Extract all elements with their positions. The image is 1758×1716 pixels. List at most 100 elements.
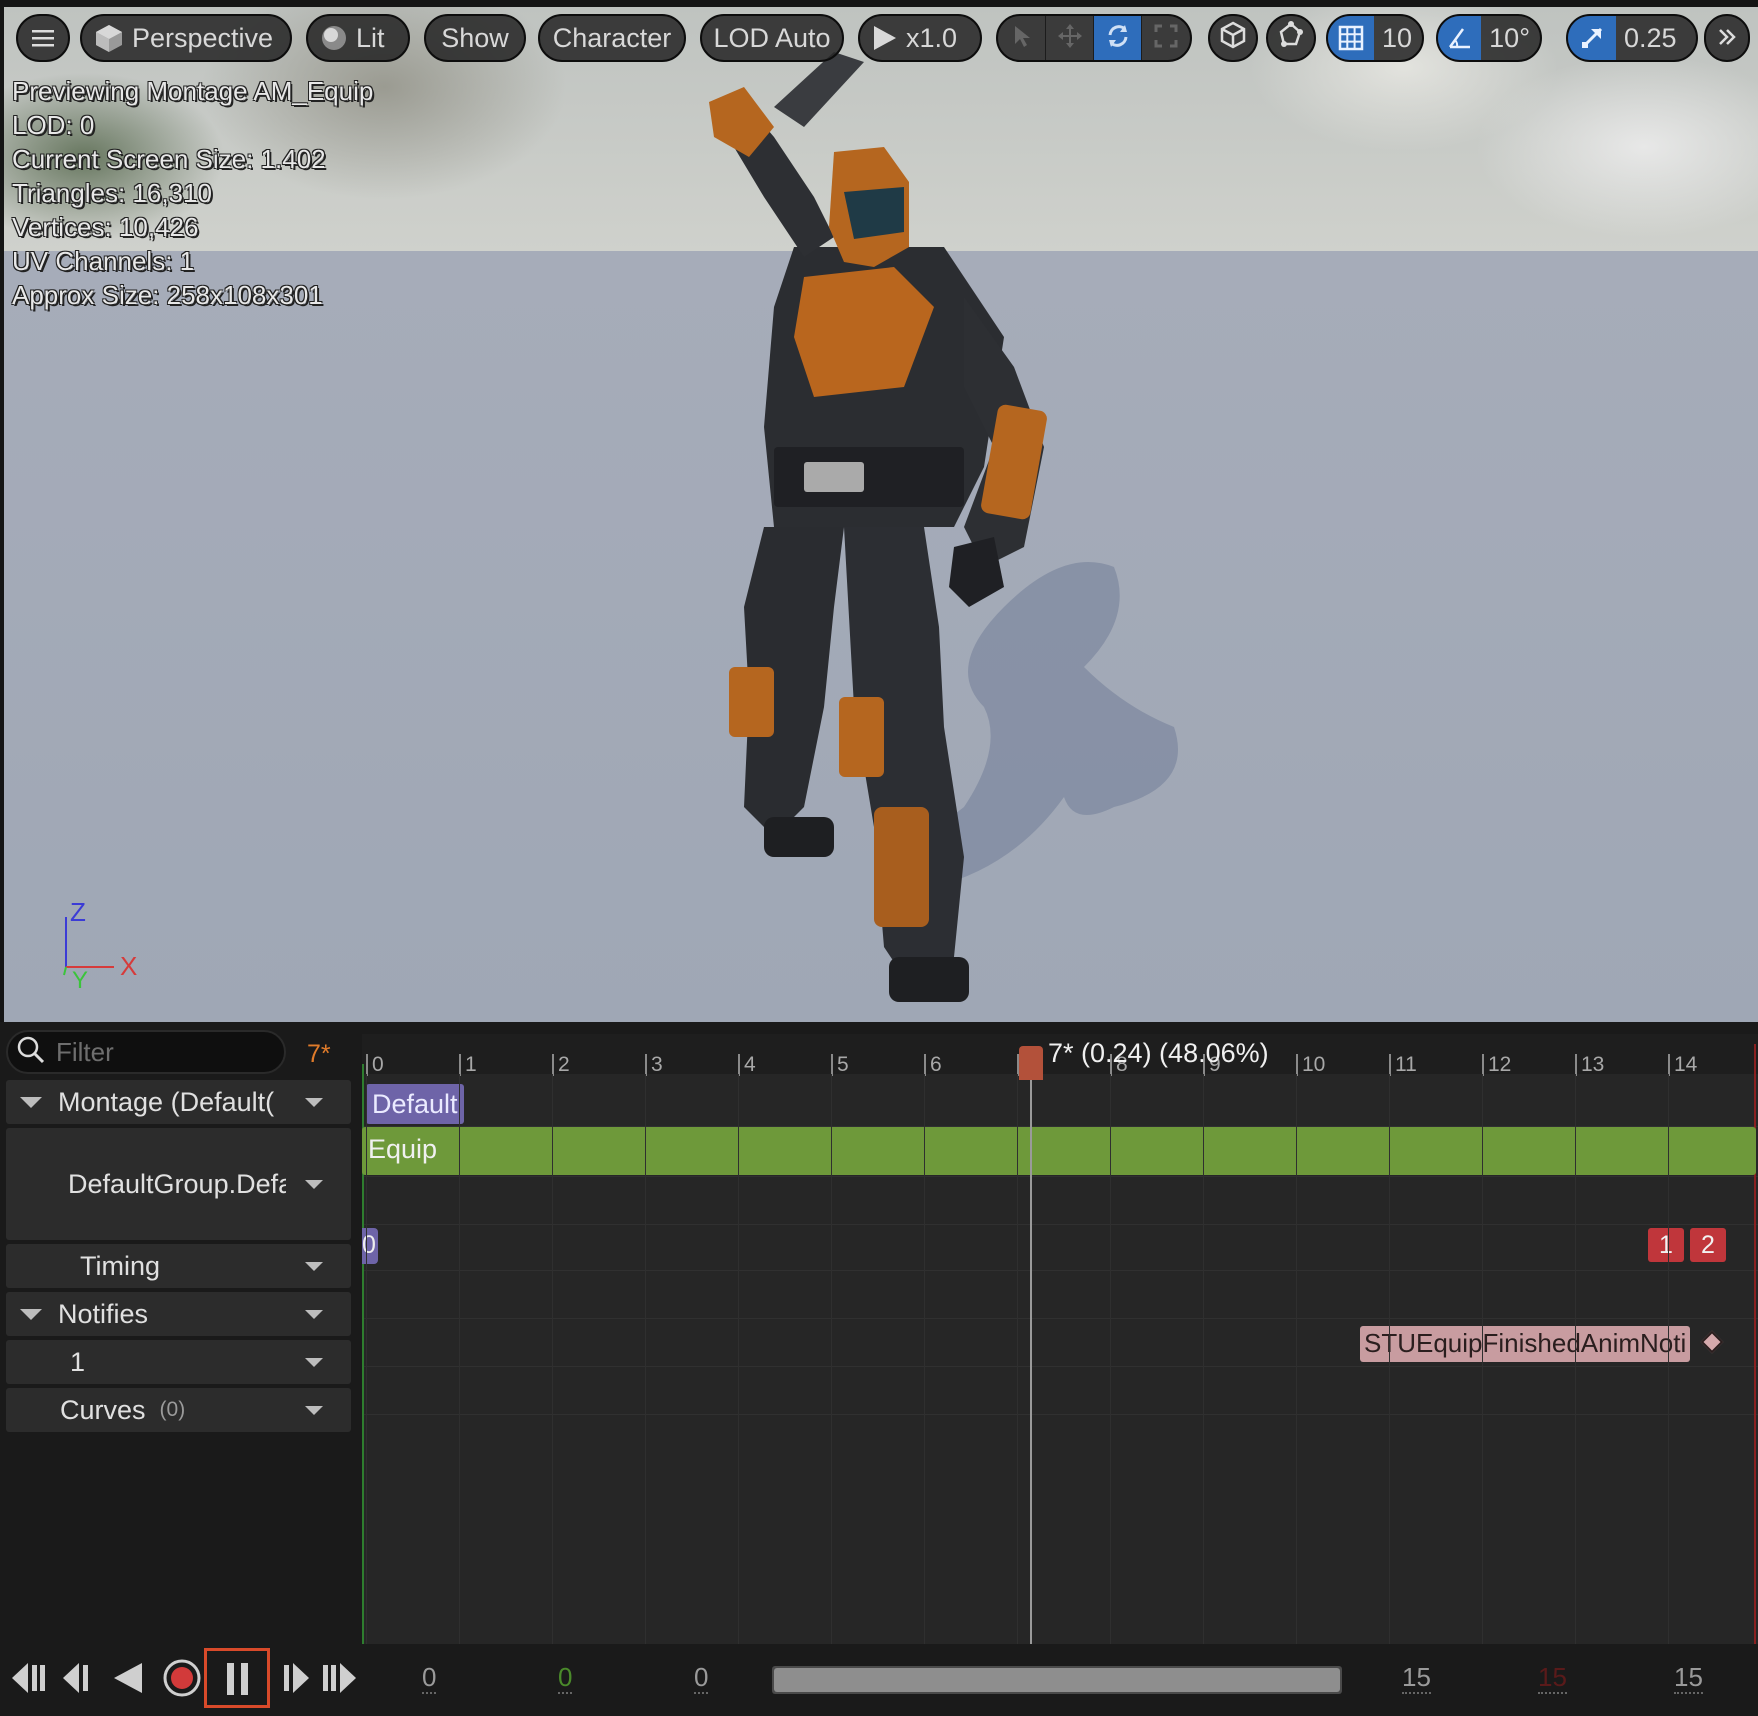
grid-line (1389, 1074, 1390, 1644)
playhead-handle[interactable] (1019, 1046, 1043, 1080)
snap-surface-icon (1276, 20, 1306, 57)
globe-icon (1218, 20, 1248, 57)
collapse-arrow-icon[interactable] (20, 1308, 42, 1320)
grid-line (831, 1074, 832, 1644)
ruler-tick: 12 (1482, 1054, 1511, 1076)
play-icon (872, 24, 898, 52)
preview-title: Previewing Montage AM_Equip (12, 76, 374, 106)
axis-x-label: X (120, 951, 138, 981)
lit-sphere-icon (320, 24, 348, 52)
timing-marker-start[interactable]: 0 (362, 1228, 378, 1264)
curves-count: (0) (159, 1398, 186, 1421)
play-speed-dropdown[interactable]: x1.0 (858, 14, 982, 62)
timing-marker[interactable]: 2 (1690, 1228, 1726, 1262)
ruler-tick: 5 (831, 1054, 849, 1076)
current-frame-field[interactable]: 0 (558, 1662, 573, 1694)
step-forward-button[interactable] (278, 1660, 314, 1700)
select-mode-button[interactable] (998, 16, 1046, 60)
viewport[interactable]: Perspective Lit Show Character LOD Auto … (4, 7, 1758, 1022)
timeline-area[interactable]: 01234567891011121314 Default Equip 0 1 2… (362, 1034, 1758, 1646)
more-options-button[interactable] (1704, 14, 1750, 62)
transport-bar: 0 0 0 15 15 15 (0, 1644, 1758, 1716)
notify-diamond-icon[interactable] (1700, 1330, 1724, 1354)
cursor-icon (1012, 24, 1032, 53)
step-forward-icon (281, 1661, 311, 1700)
timing-track[interactable]: Timing (6, 1244, 351, 1288)
approx-size-stat: Approx Size: 258x108x301 (12, 280, 323, 310)
lod-label: LOD Auto (713, 22, 831, 53)
filter-input[interactable] (56, 1036, 256, 1068)
slot-group-track[interactable]: DefaultGroup.Defa (6, 1128, 351, 1240)
timing-dropdown-icon[interactable] (305, 1261, 323, 1271)
montage-track-header[interactable]: Montage (Default( (6, 1080, 351, 1124)
notify-track-1[interactable]: 1 (6, 1340, 351, 1384)
start-frame-field[interactable]: 0 (422, 1662, 437, 1694)
scale-snap-dropdown[interactable]: 0.25 (1566, 14, 1698, 62)
vertices-stat: Vertices: 10,426 (12, 212, 199, 242)
go-to-end-button[interactable] (318, 1660, 362, 1700)
montage-section[interactable]: Default (366, 1084, 464, 1124)
scale-icon (1154, 24, 1178, 53)
view-mode-dropdown[interactable]: Perspective (80, 14, 292, 62)
grid-line (552, 1074, 553, 1644)
move-icon (1057, 23, 1083, 54)
axis-gizmo: Z X Y (54, 897, 144, 994)
playhead-line (1030, 1070, 1032, 1646)
grid-snap-value: 10 (1381, 22, 1412, 53)
skip-back-icon (10, 1661, 50, 1700)
view-end-field[interactable]: 15 (1402, 1662, 1431, 1694)
viewport-toolbar: Perspective Lit Show Character LOD Auto … (4, 7, 1758, 71)
montage-track-dropdown-icon[interactable] (305, 1097, 323, 1107)
slot-group-dropdown-icon[interactable] (305, 1179, 323, 1189)
record-icon (162, 1658, 202, 1703)
timing-marker[interactable]: 1 (1648, 1228, 1684, 1262)
grid-line (1296, 1074, 1297, 1644)
grid-snap-dropdown[interactable]: 10 (1326, 14, 1424, 62)
anim-notify[interactable]: STUEquipFinishedAnimNoti (1360, 1326, 1691, 1362)
translate-mode-button[interactable] (1046, 16, 1094, 60)
lighting-dropdown[interactable]: Lit (306, 14, 410, 62)
grid-line (1203, 1074, 1204, 1644)
surface-snap-button[interactable] (1266, 14, 1316, 62)
lod-dropdown[interactable]: LOD Auto (700, 14, 844, 62)
ruler-tick: 2 (552, 1054, 570, 1076)
transform-mode-group (996, 14, 1192, 62)
pause-button[interactable] (204, 1648, 270, 1708)
world-local-toggle[interactable] (1208, 14, 1258, 62)
ruler-tick: 6 (924, 1054, 942, 1076)
scale-mode-button[interactable] (1142, 16, 1190, 60)
step-back-button[interactable] (58, 1660, 94, 1700)
curves-track-header[interactable]: Curves (0) (6, 1388, 351, 1432)
timeline-scrollbar-thumb[interactable] (774, 1668, 1340, 1692)
grid-line (366, 1074, 367, 1644)
view-start-field[interactable]: 0 (694, 1662, 709, 1694)
skip-forward-icon (320, 1661, 360, 1700)
ruler-tick: 14 (1668, 1054, 1697, 1076)
scale-snap-value: 0.25 (1624, 22, 1677, 53)
end-frame-red-field[interactable]: 15 (1538, 1662, 1567, 1694)
animation-segment[interactable]: Equip (362, 1127, 1756, 1175)
curves-dropdown-icon[interactable] (305, 1405, 323, 1415)
grid-icon (1328, 16, 1374, 60)
collapse-arrow-icon[interactable] (20, 1096, 42, 1108)
menu-button[interactable] (16, 14, 70, 62)
show-dropdown[interactable]: Show (424, 14, 526, 62)
character-dropdown[interactable]: Character (538, 14, 686, 62)
end-frame-field[interactable]: 15 (1674, 1662, 1703, 1694)
grid-line (924, 1074, 925, 1644)
grid-line (1668, 1074, 1669, 1644)
go-to-start-button[interactable] (8, 1660, 52, 1700)
lod-stat: LOD: 0 (12, 110, 95, 140)
notifies-track-header[interactable]: Notifies (6, 1292, 351, 1336)
rotation-snap-dropdown[interactable]: 10° (1436, 14, 1542, 62)
record-button[interactable] (160, 1658, 204, 1703)
ruler-tick: 3 (645, 1054, 663, 1076)
notifies-dropdown-icon[interactable] (305, 1309, 323, 1319)
character-label: Character (552, 22, 672, 53)
rotate-icon (1105, 23, 1131, 54)
play-reverse-button[interactable] (108, 1660, 148, 1700)
rotate-mode-button[interactable] (1094, 16, 1142, 60)
lighting-label: Lit (356, 22, 385, 53)
notify-track-dropdown-icon[interactable] (305, 1357, 323, 1367)
view-mode-label: Perspective (132, 22, 274, 53)
